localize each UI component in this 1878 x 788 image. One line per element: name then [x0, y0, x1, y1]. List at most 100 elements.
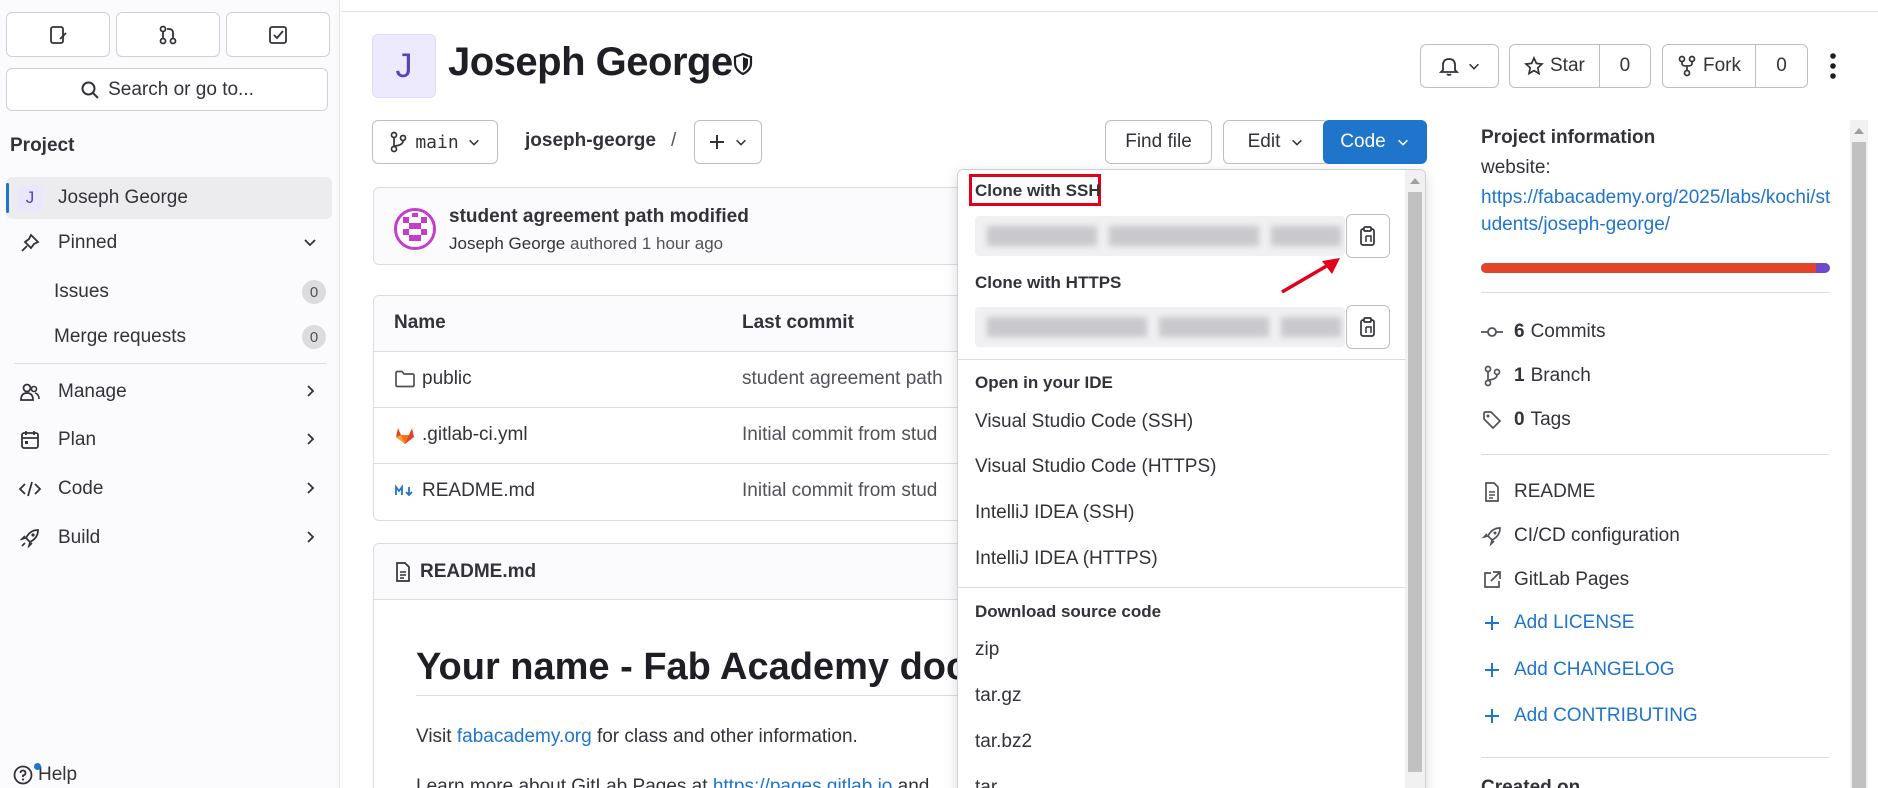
commit-author[interactable]: Joseph George: [449, 234, 565, 253]
dropdown-divider: [958, 359, 1406, 360]
download-option[interactable]: tar.gz: [975, 685, 1021, 707]
commit-author-avatar[interactable]: [394, 208, 436, 250]
branch-count: 1: [1514, 365, 1525, 386]
file-name[interactable]: .gitlab-ci.yml: [422, 424, 528, 446]
markdown-icon: [395, 484, 413, 497]
download-option[interactable]: zip: [975, 639, 999, 661]
star-label: Star: [1550, 55, 1585, 76]
add-changelog-link[interactable]: Add CHANGELOG: [1481, 659, 1675, 681]
scroll-up-arrow-icon[interactable]: [1410, 176, 1420, 184]
fork-button[interactable]: Fork: [1663, 45, 1755, 87]
help-icon: [13, 765, 33, 785]
help-button[interactable]: Help: [12, 763, 77, 786]
file-name[interactable]: public: [422, 368, 472, 390]
gitlab-pages-link[interactable]: GitLab Pages: [1481, 569, 1629, 591]
clipboard-icon: [1360, 317, 1375, 337]
open-in-ide-label: Open in your IDE: [975, 373, 1113, 392]
plus-icon: [1485, 616, 1499, 630]
dropdown-scrollbar[interactable]: [1405, 170, 1425, 788]
dropdown-scrollbar-thumb[interactable]: [1408, 192, 1422, 772]
add-contributing-link[interactable]: Add CONTRIBUTING: [1481, 705, 1698, 727]
sidebar-item-code[interactable]: Code: [6, 468, 332, 510]
branch-selector[interactable]: main: [372, 120, 498, 164]
edit-dropdown[interactable]: Edit: [1223, 120, 1329, 164]
sidebar-item-manage[interactable]: Manage: [6, 371, 332, 413]
https-url-field[interactable]: [975, 307, 1345, 347]
file-last-commit[interactable]: Initial commit from stud: [742, 480, 937, 502]
sidebar-item-build[interactable]: Build: [6, 517, 332, 559]
clone-https-label: Clone with HTTPS: [975, 273, 1122, 292]
branches-link[interactable]: 1 Branch: [1481, 365, 1591, 387]
gitlab-pages-label: GitLab Pages: [1514, 569, 1630, 590]
ide-option[interactable]: IntelliJ IDEA (HTTPS): [975, 548, 1158, 570]
code-label: Code: [1340, 131, 1386, 152]
copy-ssh-url-button[interactable]: [1346, 214, 1390, 258]
copy-https-url-button[interactable]: [1346, 305, 1390, 349]
readme-paragraph: Learn more about GitLab Pages at https:/…: [416, 776, 929, 788]
page-scrollbar-thumb[interactable]: [1852, 142, 1866, 788]
sidebar-item-plan[interactable]: Plan: [6, 419, 332, 461]
chevron-right-icon: [307, 482, 315, 494]
star-count[interactable]: 0: [1600, 55, 1650, 77]
commit-title[interactable]: student agreement path modified: [449, 206, 749, 228]
merge-requests-count-badge: 0: [302, 325, 326, 349]
clone-ssh-label: Clone with SSH: [975, 181, 1101, 200]
sidebar-item-label: Build: [58, 527, 101, 548]
cicd-link-label: CI/CD configuration: [1514, 525, 1680, 546]
sidebar-item-project[interactable]: J Joseph George: [6, 177, 332, 219]
gitlab-icon: [396, 428, 414, 444]
file-name[interactable]: README.md: [422, 480, 535, 502]
file-last-commit[interactable]: student agreement path: [742, 368, 943, 390]
sidebar-item-merge-requests[interactable]: Merge requests 0: [54, 317, 326, 357]
download-option[interactable]: tar: [975, 777, 997, 788]
add-changelog-label: Add CHANGELOG: [1514, 659, 1675, 680]
notifications-button[interactable]: [1420, 44, 1499, 88]
readme-link[interactable]: README: [1481, 481, 1595, 503]
dropdown-divider: [958, 587, 1406, 588]
search-label: Search or go to...: [108, 78, 254, 100]
sidebar-section-title: Project: [10, 135, 75, 156]
sidebar-item-label: Plan: [58, 429, 97, 450]
add-file-dropdown[interactable]: [694, 120, 762, 164]
ide-option[interactable]: Visual Studio Code (HTTPS): [975, 456, 1216, 478]
cicd-config-link[interactable]: CI/CD configuration: [1481, 525, 1680, 547]
external-link-icon: [1484, 571, 1501, 588]
tags-label: Tags: [1530, 409, 1571, 430]
page-scrollbar[interactable]: [1850, 120, 1868, 788]
download-option[interactable]: tar.bz2: [975, 731, 1032, 753]
sidebar-item-issues[interactable]: Issues 0: [54, 272, 326, 312]
gitlab-pages-link[interactable]: https://pages.gitlab.io: [713, 776, 893, 788]
branch-icon: [390, 131, 407, 153]
breadcrumb-path[interactable]: joseph-george: [525, 130, 656, 152]
readme-file-name[interactable]: README.md: [420, 561, 536, 583]
more-actions-icon[interactable]: [1829, 52, 1837, 80]
search-button[interactable]: Search or go to...: [6, 68, 328, 111]
fabacademy-link[interactable]: fabacademy.org: [457, 726, 592, 747]
file-last-commit[interactable]: Initial commit from stud: [742, 424, 937, 446]
website-link[interactable]: https://fabacademy.org/2025/labs/kochi/s…: [1481, 184, 1831, 238]
todo-shortcut-button[interactable]: [226, 12, 330, 57]
star-button[interactable]: Star: [1510, 45, 1599, 87]
fork-count[interactable]: 0: [1756, 55, 1807, 77]
panel-divider: [1481, 292, 1829, 293]
star-button-group: Star 0: [1509, 44, 1651, 88]
bell-icon: [1438, 58, 1459, 76]
tags-link[interactable]: 0 Tags: [1481, 409, 1571, 431]
page-title: Joseph George: [448, 40, 733, 84]
sidebar-item-pinned[interactable]: Pinned: [6, 222, 332, 264]
ide-option[interactable]: IntelliJ IDEA (SSH): [975, 502, 1134, 524]
tags-count: 0: [1514, 409, 1525, 430]
ide-option[interactable]: Visual Studio Code (SSH): [975, 411, 1193, 433]
issues-shortcut-button[interactable]: [6, 12, 110, 57]
sidebar-item-label: Merge requests: [54, 326, 187, 347]
tag-icon: [1483, 411, 1502, 430]
merge-requests-shortcut-button[interactable]: [116, 12, 220, 57]
sidebar-item-label: Pinned: [58, 232, 118, 253]
scroll-up-arrow-icon[interactable]: [1854, 126, 1864, 134]
commits-link[interactable]: 6 Commits: [1481, 321, 1606, 343]
add-license-link[interactable]: Add LICENSE: [1481, 612, 1634, 634]
code-dropdown-button[interactable]: Code: [1323, 120, 1427, 164]
find-file-button[interactable]: Find file: [1105, 120, 1212, 164]
column-header-name: Name: [394, 312, 446, 333]
ssh-url-field[interactable]: [975, 216, 1345, 256]
